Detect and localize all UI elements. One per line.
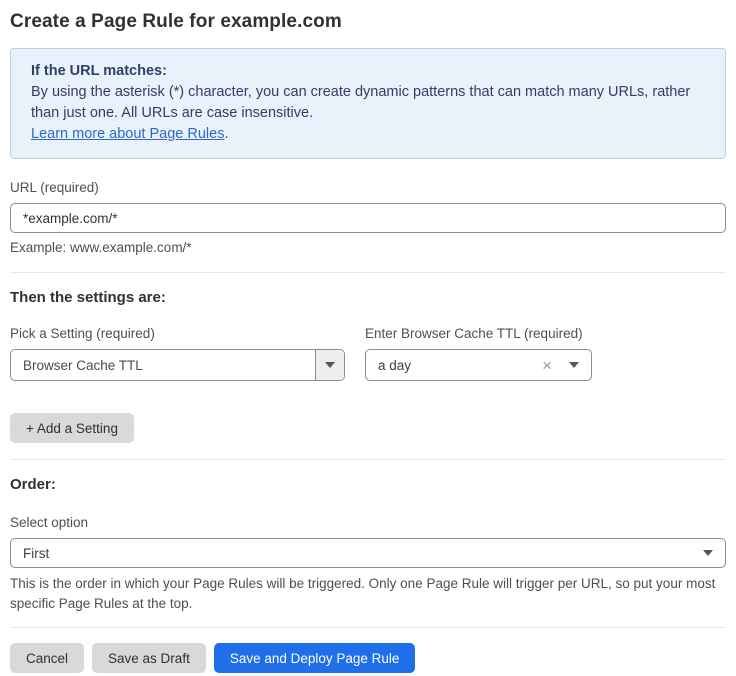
settings-controls-row: Browser Cache TTL a day ×: [10, 349, 726, 381]
info-box-link-row: Learn more about Page Rules.: [31, 124, 705, 145]
link-suffix: .: [224, 126, 228, 142]
url-field-label: URL (required): [10, 180, 726, 196]
order-section-heading: Order:: [10, 476, 726, 493]
info-box-body: By using the asterisk (*) character, you…: [31, 82, 705, 124]
info-box-heading: If the URL matches:: [31, 61, 705, 82]
divider: [10, 272, 726, 273]
divider: [10, 627, 726, 628]
setting-select-arrow-button[interactable]: [315, 350, 344, 380]
caret-down-icon: [569, 362, 579, 368]
save-and-deploy-button[interactable]: Save and Deploy Page Rule: [214, 643, 416, 673]
setting-select-value: Browser Cache TTL: [11, 350, 315, 380]
order-select-value: First: [23, 546, 703, 561]
caret-down-icon: [703, 550, 713, 556]
order-helper-text: This is the order in which your Page Rul…: [10, 574, 726, 614]
learn-more-link[interactable]: Learn more about Page Rules: [31, 126, 224, 142]
order-select[interactable]: First: [10, 538, 726, 568]
settings-section-heading: Then the settings are:: [10, 289, 726, 306]
caret-down-icon: [325, 362, 335, 368]
save-as-draft-button[interactable]: Save as Draft: [92, 643, 206, 673]
pick-setting-label: Pick a Setting (required): [10, 326, 365, 342]
url-match-info-box: If the URL matches: By using the asteris…: [10, 48, 726, 159]
order-select-label: Select option: [10, 515, 726, 531]
add-setting-button[interactable]: + Add a Setting: [10, 413, 134, 443]
settings-labels-row: Pick a Setting (required) Enter Browser …: [10, 326, 726, 342]
ttl-select[interactable]: a day ×: [365, 349, 592, 381]
ttl-select-value: a day: [378, 358, 542, 373]
url-input[interactable]: [10, 203, 726, 233]
cancel-button[interactable]: Cancel: [10, 643, 84, 673]
clear-icon[interactable]: ×: [542, 357, 552, 374]
browser-cache-ttl-label: Enter Browser Cache TTL (required): [365, 326, 583, 342]
page-title: Create a Page Rule for example.com: [10, 10, 726, 33]
divider: [10, 459, 726, 460]
footer-actions: Cancel Save as Draft Save and Deploy Pag…: [10, 643, 726, 673]
setting-select[interactable]: Browser Cache TTL: [10, 349, 345, 381]
url-example-helper: Example: www.example.com/*: [10, 240, 726, 256]
